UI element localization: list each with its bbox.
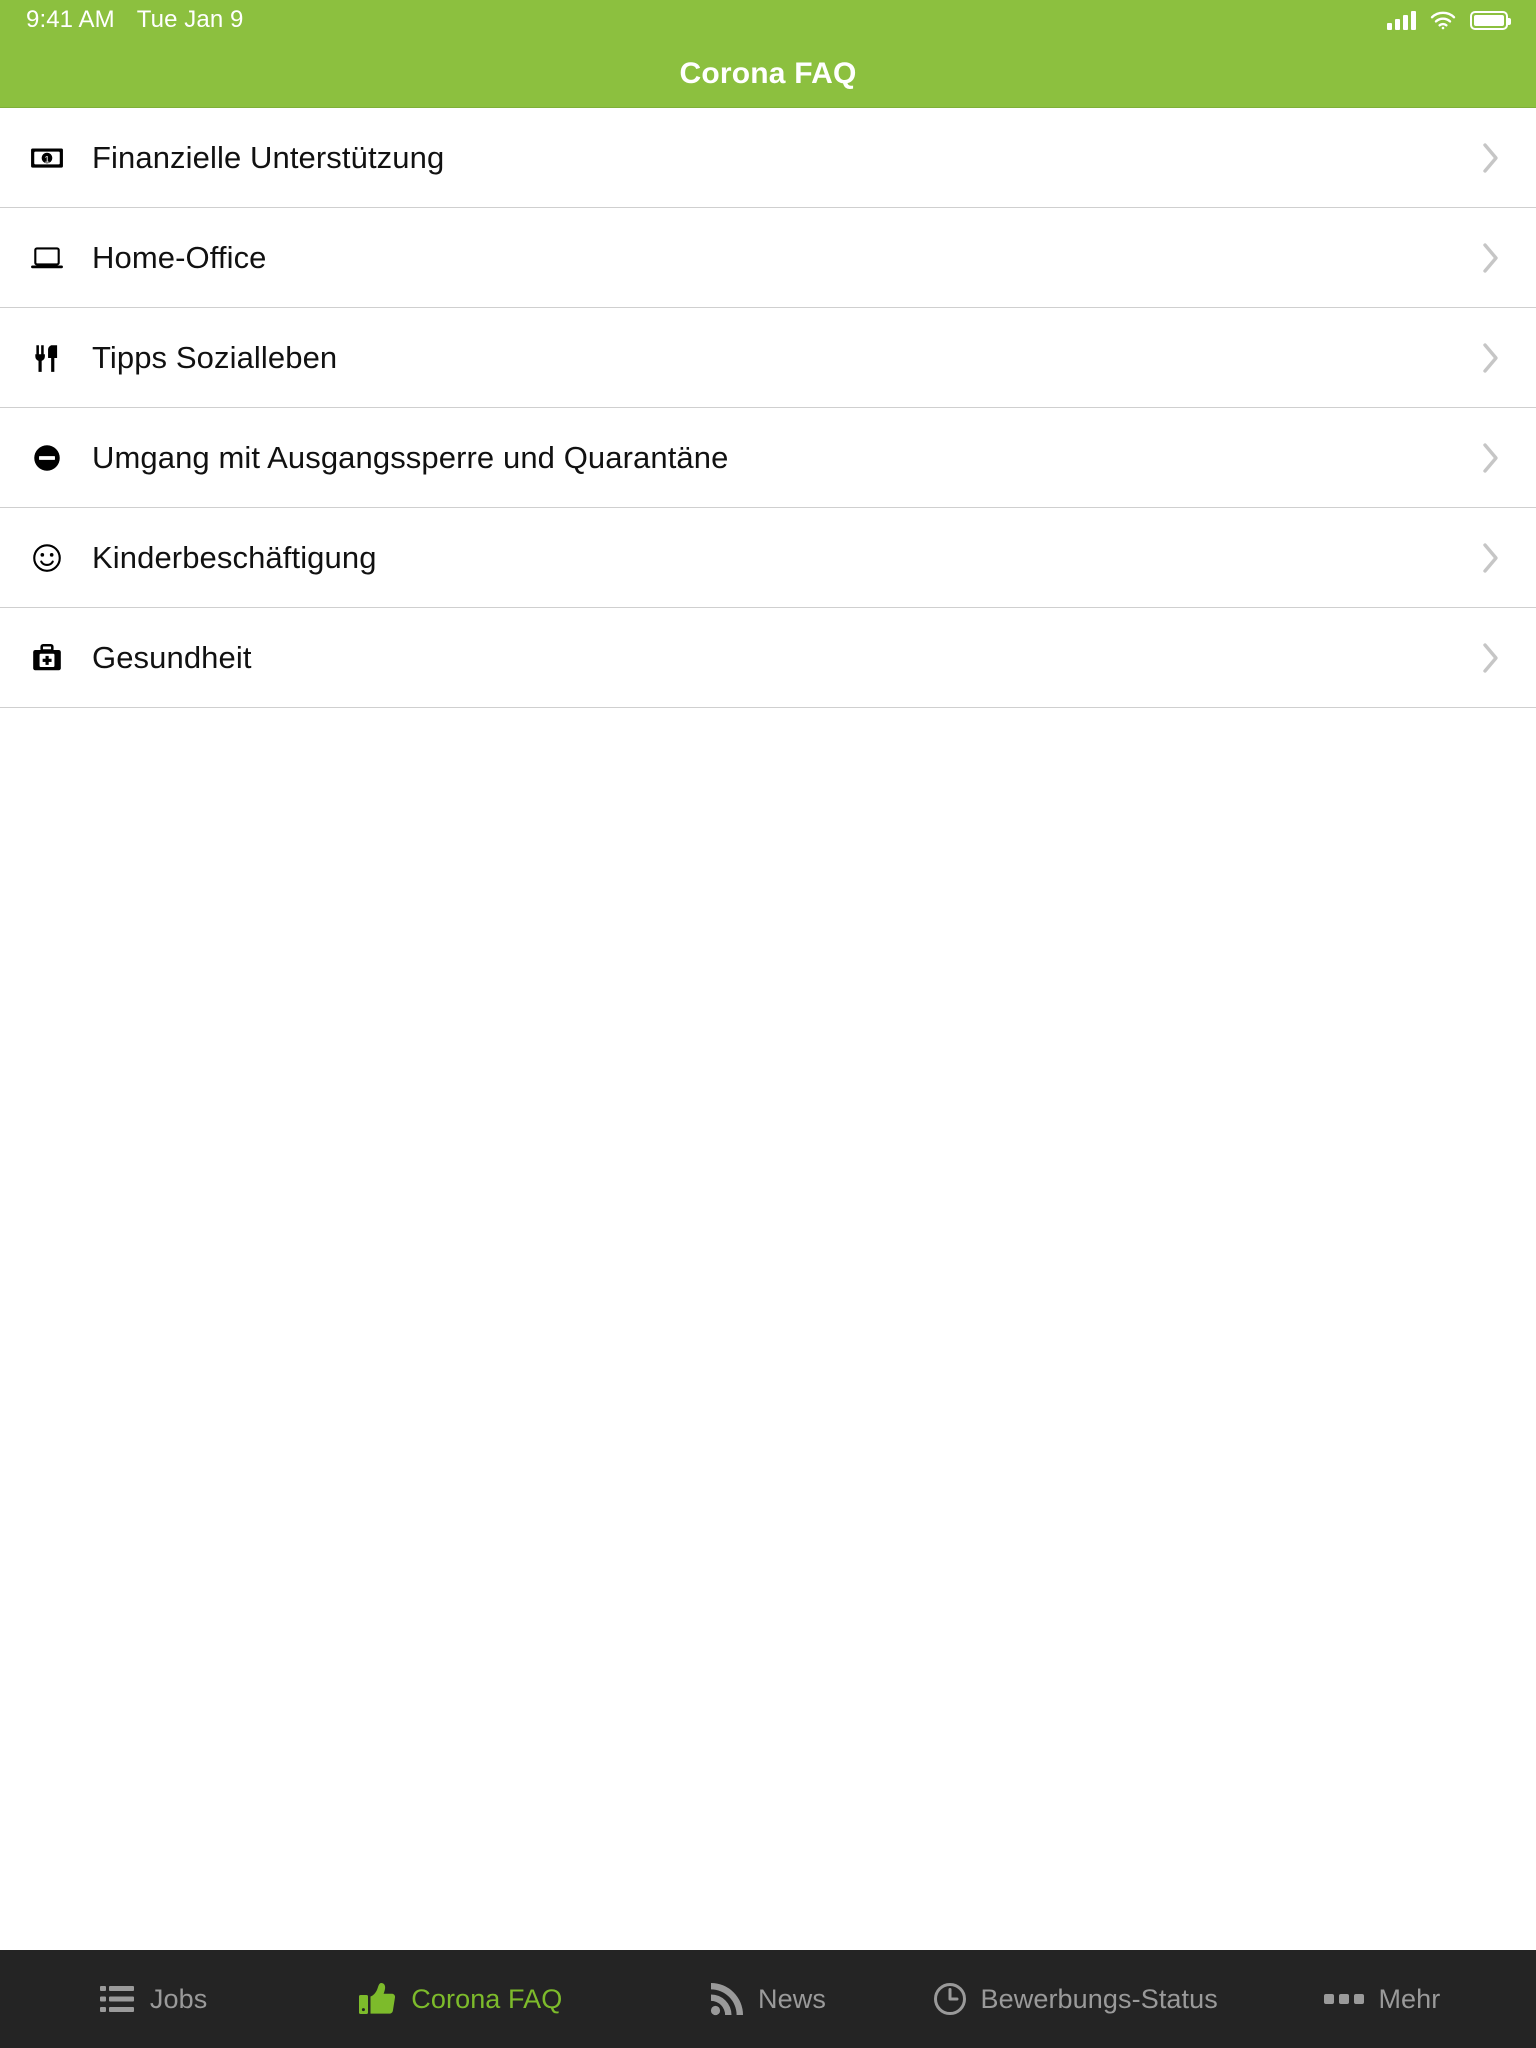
ellipsis-icon xyxy=(1324,1992,1365,2006)
tab-label: Jobs xyxy=(149,1983,208,2014)
app-screen: 9:41 AM Tue Jan 9 Corona FAQ 1 Finanziel… xyxy=(0,0,1536,2048)
minus-circle-icon xyxy=(24,441,70,475)
tab-mehr[interactable]: Mehr xyxy=(1229,1950,1536,2048)
banknote-icon: 1 xyxy=(24,141,70,175)
list-item-label: Home-Office xyxy=(92,239,267,275)
list-item-finanzielle-unterstuetzung[interactable]: 1 Finanzielle Unterstützung xyxy=(0,108,1536,208)
tab-label: Corona FAQ xyxy=(411,1983,563,2014)
thumbs-up-icon xyxy=(359,1982,397,2016)
tab-label: Bewerbungs-Status xyxy=(980,1983,1218,2014)
tab-label: Mehr xyxy=(1378,1983,1441,2014)
list-item-label: Tipps Sozialleben xyxy=(92,339,338,375)
status-time: 9:41 AM xyxy=(26,6,115,33)
clock-icon xyxy=(933,1982,967,2016)
chevron-right-icon[interactable] xyxy=(1476,441,1506,475)
tab-jobs[interactable]: Jobs xyxy=(0,1950,307,2048)
tab-corona-faq[interactable]: Corona FAQ xyxy=(307,1950,614,2048)
status-bar: 9:41 AM Tue Jan 9 xyxy=(0,0,1536,40)
list-item-ausgangssperre-quarantaene[interactable]: Umgang mit Ausgangssperre und Quarantäne xyxy=(0,408,1536,508)
chevron-right-icon[interactable] xyxy=(1476,641,1506,675)
list-item-label: Gesundheit xyxy=(92,639,252,675)
list-item-label: Finanzielle Unterstützung xyxy=(92,139,445,175)
tab-label: News xyxy=(758,1983,826,2014)
svg-text:1: 1 xyxy=(44,154,49,165)
fork-knife-icon xyxy=(24,341,70,375)
chevron-right-icon[interactable] xyxy=(1476,341,1506,375)
list-item-tipps-sozialleben[interactable]: Tipps Sozialleben xyxy=(0,308,1536,408)
chevron-right-icon[interactable] xyxy=(1476,541,1506,575)
tab-bar: Jobs Corona FAQ News Bewerbungs-Status M… xyxy=(0,1950,1536,2048)
list-item-home-office[interactable]: Home-Office xyxy=(0,208,1536,308)
list-item-gesundheit[interactable]: Gesundheit xyxy=(0,608,1536,708)
chevron-right-icon[interactable] xyxy=(1476,241,1506,275)
rss-feed-icon xyxy=(710,1982,744,2016)
tab-bewerbungs-status[interactable]: Bewerbungs-Status xyxy=(922,1950,1229,2048)
list-item-label: Umgang mit Ausgangssperre und Quarantäne xyxy=(92,439,729,475)
status-bar-left: 9:41 AM Tue Jan 9 xyxy=(26,6,244,34)
chevron-right-icon[interactable] xyxy=(1476,141,1506,175)
status-bar-right xyxy=(1387,10,1511,30)
list-item-kinderbeschaeftigung[interactable]: Kinderbeschäftigung xyxy=(0,508,1536,608)
first-aid-kit-icon xyxy=(24,641,70,675)
laptop-icon xyxy=(24,241,70,275)
list-item-label: Kinderbeschäftigung xyxy=(92,539,377,575)
status-date: Tue Jan 9 xyxy=(136,6,244,33)
list-icon xyxy=(99,1984,136,2014)
faq-category-list: 1 Finanzielle Unterstützung Home-Office xyxy=(0,108,1536,1950)
smiley-face-icon xyxy=(24,541,70,575)
wifi-icon xyxy=(1430,10,1456,30)
page-title: Corona FAQ xyxy=(679,56,857,90)
cellular-signal-icon xyxy=(1387,10,1416,30)
battery-full-icon xyxy=(1470,10,1511,30)
nav-bar: Corona FAQ xyxy=(0,40,1536,108)
tab-news[interactable]: News xyxy=(614,1950,921,2048)
